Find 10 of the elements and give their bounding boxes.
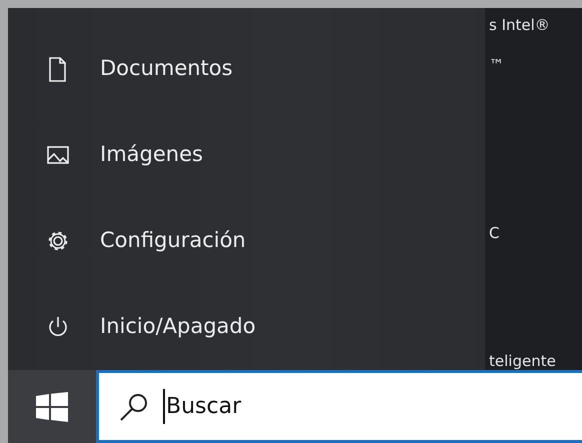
menu-item[interactable]: Configuración (100, 225, 246, 257)
background-text: C (489, 224, 500, 242)
menu-item[interactable]: Inicio/Apagado (100, 311, 256, 343)
background-text: teligente (489, 352, 557, 370)
background-text: ™ (489, 56, 505, 74)
menu-item[interactable]: Imágenes (100, 139, 203, 171)
menu-item[interactable]: Documentos (100, 53, 233, 85)
search-box[interactable]: Buscar (96, 370, 582, 443)
background-text: s Intel® (489, 16, 551, 34)
windows-logo-icon (36, 392, 68, 422)
